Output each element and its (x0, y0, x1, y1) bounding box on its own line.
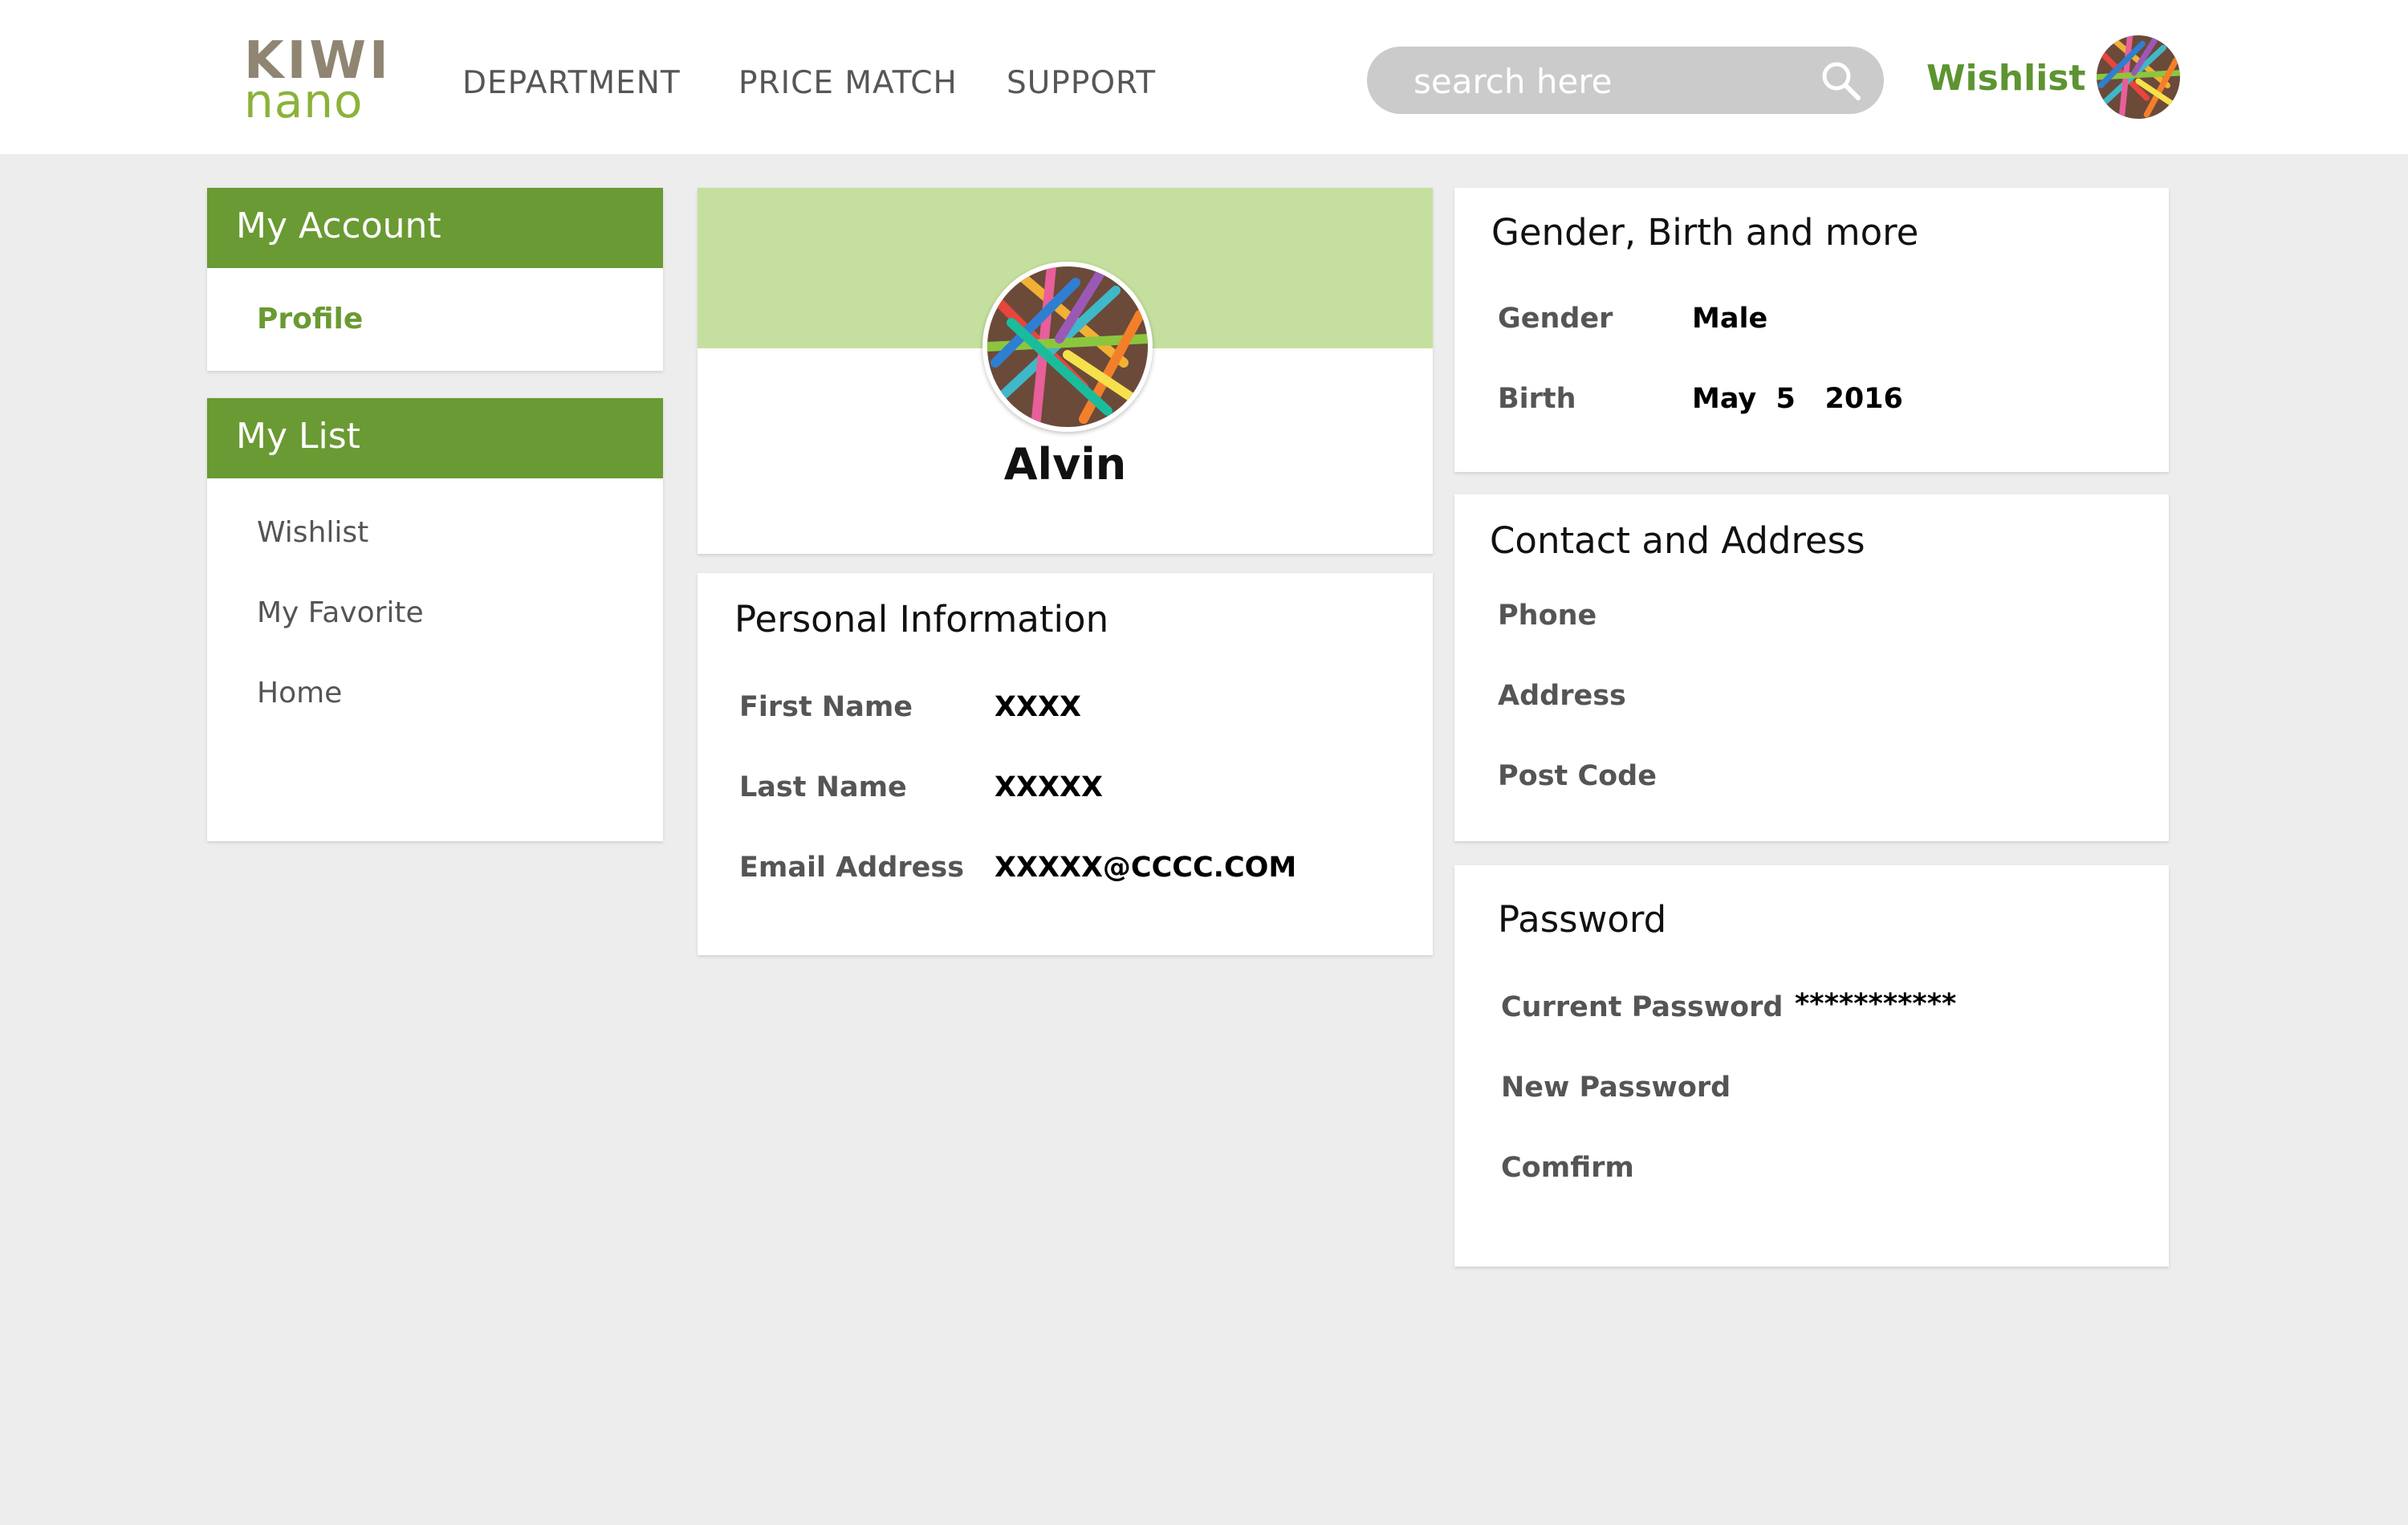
nav-support[interactable]: SUPPORT (1007, 59, 1156, 108)
first-name-label: First Name (739, 691, 913, 723)
sidebar-item-my-favorite[interactable]: My Favorite (257, 592, 424, 634)
password-title: Password (1498, 898, 1667, 941)
birth-value[interactable]: May 5 2016 (1692, 379, 1903, 419)
current-password-label: Current Password (1501, 991, 1784, 1023)
top-navigation-bar: KIWI nano DEPARTMENT PRICE MATCH SUPPORT… (0, 0, 2408, 154)
phone-label: Phone (1498, 600, 1597, 632)
avatar-image (2097, 35, 2180, 119)
kiwi-nano-logo[interactable]: KIWI nano (244, 32, 388, 125)
my-account-title: My Account (236, 205, 441, 246)
gender-birth-card: Gender, Birth and more Gender Male Birth… (1454, 188, 2169, 472)
my-list-header: My List (207, 398, 663, 478)
profile-avatar[interactable] (982, 262, 1153, 432)
sidebar-item-wishlist[interactable]: Wishlist (257, 512, 368, 554)
my-list-title: My List (236, 416, 360, 457)
email-address-label: Email Address (739, 852, 965, 884)
post-code-label: Post Code (1498, 760, 1657, 792)
email-address-value[interactable]: XXXXX@CCCC.COM (995, 848, 1296, 888)
avatar-image (987, 266, 1148, 427)
contact-address-title: Contact and Address (1490, 519, 1865, 562)
sidebar-item-home[interactable]: Home (257, 673, 342, 714)
profile-name: Alvin (1003, 439, 1127, 490)
logo-wordmark-bottom: nano (244, 74, 364, 128)
confirm-password-label: Comfirm (1501, 1152, 1634, 1184)
first-name-value[interactable]: XXXX (995, 687, 1081, 727)
personal-information-title: Personal Information (734, 598, 1109, 640)
password-card: Password Current Password *********** Ne… (1454, 865, 2169, 1267)
sidebar-item-profile[interactable]: Profile (257, 299, 363, 340)
nav-department[interactable]: DEPARTMENT (462, 59, 681, 108)
header-wishlist-link[interactable]: Wishlist (1926, 55, 2086, 103)
user-avatar[interactable] (2097, 35, 2180, 119)
nav-price-match[interactable]: PRICE MATCH (738, 59, 958, 108)
my-list-panel: My List Wishlist My Favorite Home (207, 398, 663, 841)
gender-birth-title: Gender, Birth and more (1491, 211, 1919, 254)
new-password-label: New Password (1501, 1072, 1731, 1104)
my-account-header: My Account (207, 188, 663, 268)
profile-card: Alvin (698, 188, 1433, 554)
search-icon[interactable] (1816, 56, 1865, 104)
last-name-value[interactable]: XXXXX (995, 767, 1103, 807)
address-label: Address (1498, 680, 1626, 712)
gender-value[interactable]: Male (1692, 299, 1767, 339)
search-bar (1367, 47, 1884, 114)
gender-label: Gender (1498, 303, 1613, 335)
personal-information-card: Personal Information First Name XXXX Las… (698, 573, 1433, 955)
current-password-value[interactable]: *********** (1795, 984, 1956, 1024)
my-account-panel: My Account Profile (207, 188, 663, 371)
birth-label: Birth (1498, 383, 1576, 415)
contact-address-card: Contact and Address Phone Address Post C… (1454, 494, 2169, 841)
last-name-label: Last Name (739, 771, 907, 803)
search-input[interactable] (1412, 56, 1800, 106)
